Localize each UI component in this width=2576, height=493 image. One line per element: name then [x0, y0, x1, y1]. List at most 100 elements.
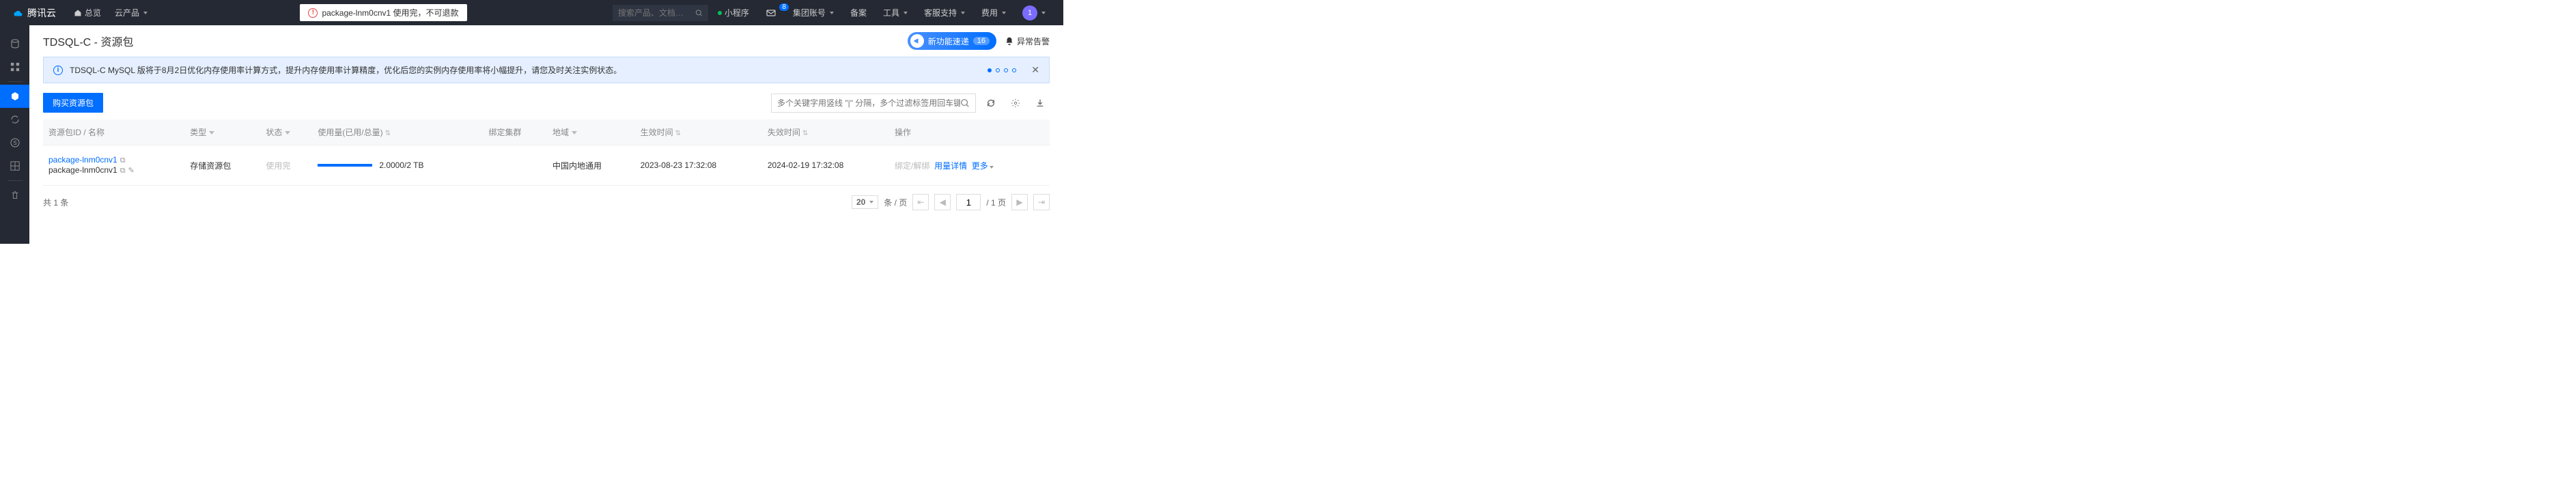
chevron-down-icon	[143, 12, 148, 14]
page-size-suffix: 条 / 页	[884, 197, 907, 208]
sort-icon: ⇅	[802, 130, 808, 137]
col-effective[interactable]: 生效时间⇅	[635, 119, 762, 145]
cell-status: 使用完	[260, 145, 312, 186]
sidebar-item-package[interactable]	[0, 85, 29, 108]
col-region[interactable]: 地域	[547, 119, 635, 145]
action-more[interactable]: 更多	[972, 161, 994, 171]
dot-icon	[996, 68, 1000, 72]
grid-icon	[10, 62, 20, 72]
filter-input-box[interactable]	[771, 94, 976, 113]
prev-page-button[interactable]: ◀	[934, 194, 951, 210]
progress-bar-icon	[318, 164, 372, 167]
cloud-logo-icon	[11, 7, 23, 19]
nav-miniprogram[interactable]: 小程序	[711, 7, 756, 18]
sidebar-item-grid[interactable]	[0, 55, 29, 79]
nav-products[interactable]: 云产品	[108, 0, 154, 25]
nav-avatar[interactable]: 1	[1016, 5, 1052, 20]
dot-icon	[1004, 68, 1008, 72]
page-total: / 1 页	[986, 197, 1006, 208]
col-cluster: 绑定集群	[483, 119, 547, 145]
chevron-down-icon	[1002, 12, 1006, 14]
download-button[interactable]	[1031, 94, 1050, 113]
dollar-icon: S	[10, 137, 20, 148]
chevron-down-icon	[961, 12, 965, 14]
package-id-link[interactable]: package-lnm0cnv1	[48, 155, 117, 165]
banner-pagination[interactable]	[988, 68, 1016, 72]
megaphone-icon	[910, 34, 924, 48]
page-content: TDSQL-C - 资源包 新功能速递 16 异常告警 i TDSQL-C My…	[29, 25, 1063, 244]
refresh-icon	[986, 98, 996, 108]
warning-icon	[308, 8, 318, 18]
table-icon	[10, 161, 20, 171]
refresh-button[interactable]	[981, 94, 1000, 113]
col-status[interactable]: 状态	[260, 119, 312, 145]
package-icon	[10, 91, 20, 102]
brand-logo[interactable]: 腾讯云	[11, 6, 56, 20]
col-expire[interactable]: 失效时间⇅	[762, 119, 889, 145]
chevron-down-icon	[1041, 12, 1046, 14]
sidebar-divider	[8, 81, 23, 82]
toolbar: 购买资源包	[43, 93, 1050, 113]
next-page-button[interactable]: ▶	[1011, 194, 1028, 210]
action-detail[interactable]: 用量详情	[934, 161, 967, 171]
buy-package-button[interactable]: 购买资源包	[43, 93, 103, 113]
global-search[interactable]	[613, 5, 708, 21]
filter-input[interactable]	[777, 98, 960, 108]
top-bar: 腾讯云 总览 云产品 package-lnm0cnv1 使用完，不可退款 小程序…	[0, 0, 1063, 25]
new-feature-pill[interactable]: 新功能速递 16	[908, 32, 996, 50]
col-action: 操作	[889, 119, 1050, 145]
last-page-button[interactable]: ⇥	[1033, 194, 1050, 210]
nav-tools[interactable]: 工具	[876, 7, 914, 18]
first-page-button[interactable]: ⇤	[912, 194, 929, 210]
sync-icon	[10, 114, 20, 125]
search-icon[interactable]	[960, 98, 970, 108]
col-type[interactable]: 类型	[184, 119, 260, 145]
page-size-select[interactable]: 20	[852, 195, 878, 209]
package-table: 资源包ID / 名称 类型 状态 使用量(已用/总量)⇅ 绑定集群 地域 生效时…	[43, 119, 1050, 186]
nav-fees[interactable]: 费用	[975, 7, 1013, 18]
sidebar-item-sync[interactable]	[0, 108, 29, 131]
dot-icon	[988, 68, 992, 72]
bell-icon	[1005, 36, 1014, 46]
search-icon	[695, 9, 703, 17]
alert-text: package-lnm0cnv1 使用完，不可退款	[322, 7, 458, 18]
page-input[interactable]	[956, 194, 981, 210]
banner-text: TDSQL-C MySQL 版将于8月2日优化内存使用率计算方式，提升内存使用率…	[70, 64, 621, 76]
chevron-down-icon	[869, 201, 873, 203]
nav-group-account[interactable]: 集团账号	[786, 7, 841, 18]
top-alert[interactable]: package-lnm0cnv1 使用完，不可退款	[300, 4, 466, 21]
edit-icon[interactable]: ✎	[128, 167, 135, 175]
nav-messages[interactable]: 8	[759, 8, 783, 18]
info-icon: i	[53, 66, 63, 75]
nav-overview[interactable]: 总览	[67, 0, 108, 25]
usage-progress: 2.0000/2 TB	[318, 160, 477, 170]
copy-icon[interactable]: ⧉	[120, 156, 126, 165]
sidebar-item-database[interactable]	[0, 32, 29, 55]
filter-icon	[285, 131, 290, 135]
alarm-link[interactable]: 异常告警	[1005, 36, 1050, 47]
search-input[interactable]	[618, 8, 695, 18]
close-icon[interactable]: ✕	[1031, 64, 1039, 76]
cell-expire: 2024-02-19 17:32:08	[762, 145, 889, 186]
home-icon	[74, 9, 82, 17]
sidebar-item-billing[interactable]: S	[0, 131, 29, 154]
status-dot-icon	[718, 11, 722, 15]
download-icon	[1035, 98, 1045, 108]
col-usage[interactable]: 使用量(已用/总量)⇅	[312, 119, 483, 145]
package-name: package-lnm0cnv1	[48, 165, 117, 175]
settings-button[interactable]	[1006, 94, 1025, 113]
sidebar-divider	[8, 180, 23, 181]
side-nav: S	[0, 25, 29, 244]
trash-icon	[10, 191, 20, 200]
nav-beian[interactable]: 备案	[843, 7, 873, 18]
copy-icon[interactable]: ⧉	[120, 167, 126, 175]
new-feature-count: 16	[973, 37, 990, 45]
cell-cluster	[483, 145, 547, 186]
chevron-down-icon	[990, 166, 994, 169]
chevron-down-icon	[830, 12, 834, 14]
page-title: TDSQL-C - 资源包	[43, 33, 133, 49]
sidebar-item-recycle[interactable]	[0, 184, 29, 207]
sidebar-item-table[interactable]	[0, 154, 29, 178]
nav-support[interactable]: 客服支持	[917, 7, 972, 18]
envelope-icon	[766, 8, 776, 18]
